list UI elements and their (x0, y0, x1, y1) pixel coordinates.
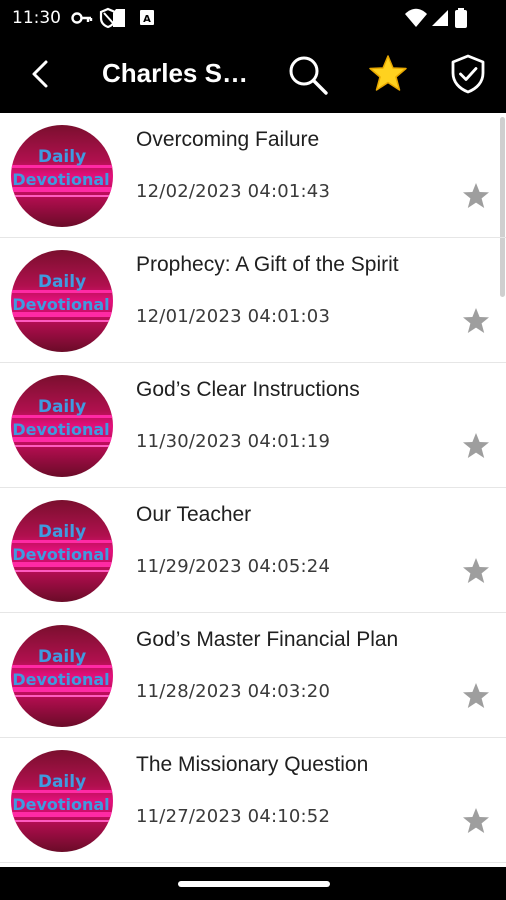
item-date: 11/30/2023 04:01:19 (136, 431, 331, 452)
item-date: 11/29/2023 04:05:24 (136, 556, 331, 577)
wifi-icon (405, 8, 427, 27)
favorite-star-icon[interactable] (460, 430, 492, 462)
item-title: God’s Clear Instructions (136, 378, 360, 401)
status-bar: 11:30 A (0, 0, 506, 36)
favorite-star-icon[interactable] (460, 805, 492, 837)
avatar-line1: Daily (38, 647, 86, 667)
item-title: Overcoming Failure (136, 128, 320, 151)
item-title: Prophecy: A Gift of the Spirit (136, 253, 399, 276)
list-item[interactable]: Daily Devotional Our Teacher 11/29/2023 … (0, 488, 506, 613)
system-nav-bar (0, 867, 506, 900)
avatar-line2: Devotional (12, 545, 109, 564)
avatar-line1: Daily (38, 272, 86, 292)
daily-devotional-thumbnail: Daily Devotional (11, 750, 113, 852)
avatar-line2: Devotional (12, 295, 109, 314)
list-item[interactable]: Daily Devotional The Missionary Question… (0, 738, 506, 863)
list-item[interactable]: Daily Devotional Prophecy: A Gift of the… (0, 238, 506, 363)
favorite-star-icon[interactable] (460, 680, 492, 712)
sd-card-icon (113, 9, 125, 27)
avatar-line2: Devotional (12, 170, 109, 189)
home-gesture-handle[interactable] (178, 881, 330, 887)
status-time: 11:30 (12, 8, 61, 28)
avatar-line1: Daily (38, 397, 86, 417)
battery-icon (455, 8, 467, 28)
signal-icon (432, 10, 448, 26)
item-date: 11/28/2023 04:03:20 (136, 681, 331, 702)
item-date: 12/01/2023 04:01:03 (136, 306, 331, 327)
favorite-star-icon[interactable] (460, 305, 492, 337)
svg-text:A: A (143, 14, 151, 25)
page-title: Charles St... (102, 58, 252, 88)
app-notification-icon: A (140, 10, 154, 25)
vpn-key-icon (71, 12, 93, 24)
daily-devotional-thumbnail: Daily Devotional (11, 125, 113, 227)
item-date: 11/27/2023 04:10:52 (136, 806, 331, 827)
item-title: Our Teacher (136, 503, 252, 526)
avatar-line1: Daily (38, 772, 86, 792)
list-item[interactable]: Daily Devotional God’s Master Financial … (0, 613, 506, 738)
avatar-line2: Devotional (12, 795, 109, 814)
favorite-star-icon[interactable] (460, 555, 492, 587)
star-icon[interactable] (366, 52, 410, 96)
daily-devotional-thumbnail: Daily Devotional (11, 375, 113, 477)
item-title: God’s Master Financial Plan (136, 628, 399, 651)
shield-check-icon[interactable] (446, 52, 490, 96)
item-title: The Missionary Question (136, 753, 369, 776)
avatar-line2: Devotional (12, 420, 109, 439)
back-arrow-icon[interactable] (22, 54, 62, 94)
devotional-list: Daily Devotional Overcoming Failure 12/0… (0, 113, 506, 867)
search-icon[interactable] (285, 52, 331, 98)
avatar-line1: Daily (38, 522, 86, 542)
daily-devotional-thumbnail: Daily Devotional (11, 500, 113, 602)
daily-devotional-thumbnail: Daily Devotional (11, 625, 113, 727)
daily-devotional-thumbnail: Daily Devotional (11, 250, 113, 352)
avatar-line2: Devotional (12, 670, 109, 689)
favorite-star-icon[interactable] (460, 180, 492, 212)
list-item[interactable]: Daily Devotional God’s Clear Instruction… (0, 363, 506, 488)
avatar-line1: Daily (38, 147, 86, 167)
app-bar: Charles St... (0, 36, 506, 113)
list-item[interactable]: Daily Devotional Overcoming Failure 12/0… (0, 113, 506, 238)
item-date: 12/02/2023 04:01:43 (136, 181, 331, 202)
